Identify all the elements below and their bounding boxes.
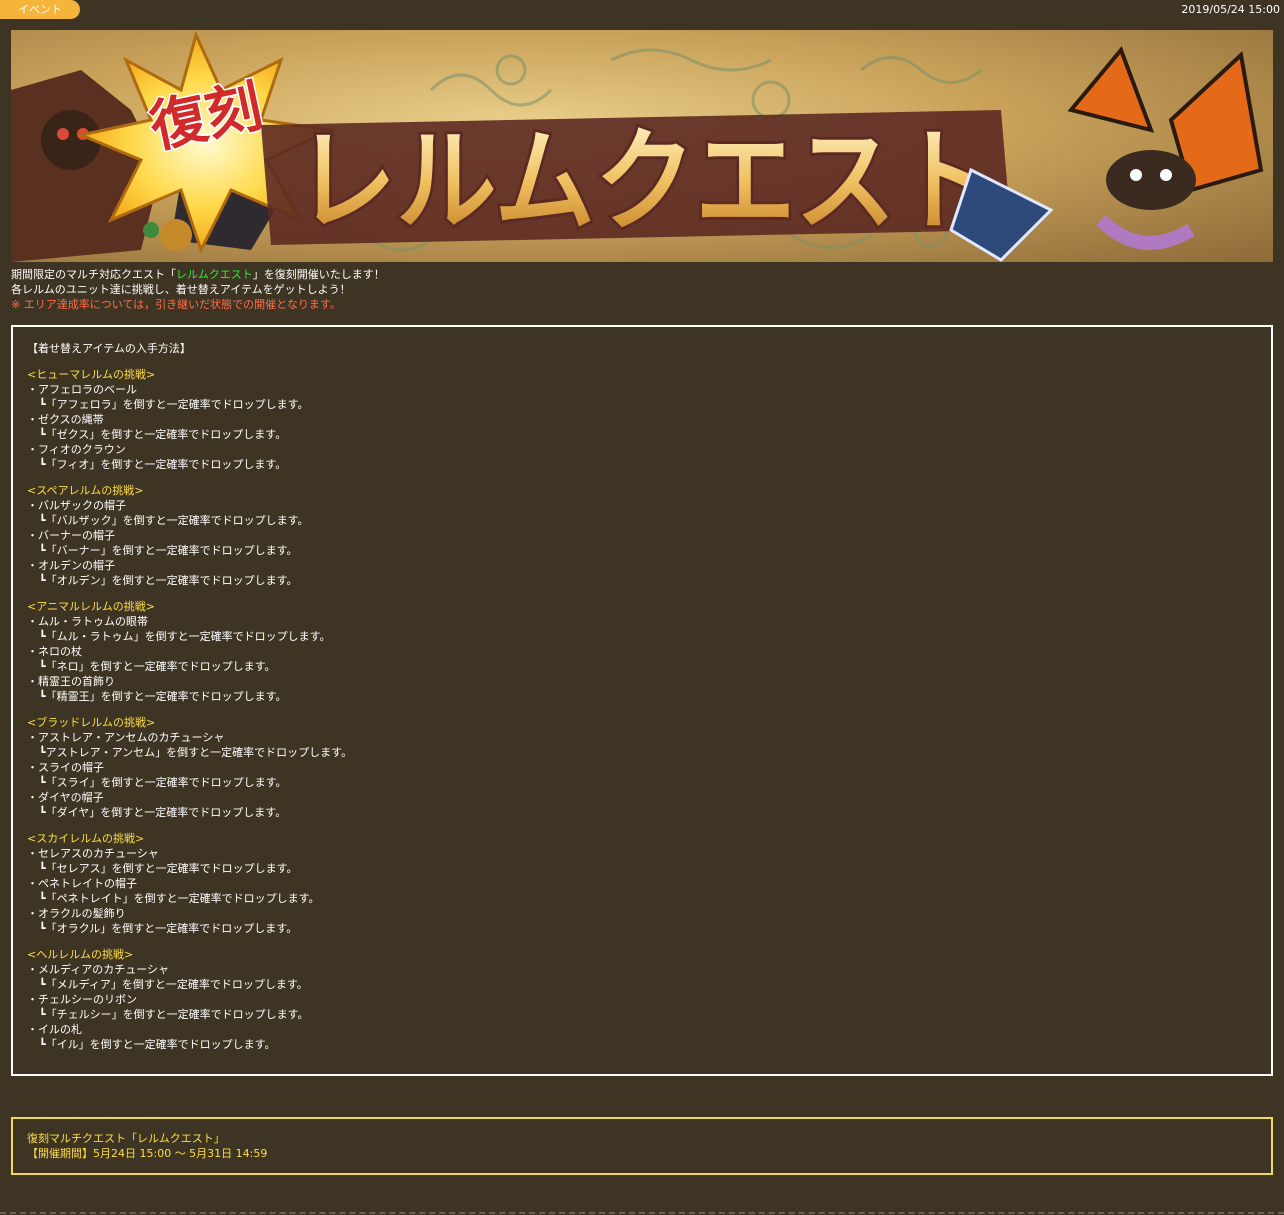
realm-section-title: <アニマルレルムの挑戦> [27,600,155,613]
realm-section-title: <ヘルレルムの挑戦> [27,948,134,961]
item-name: ・ダイヤの帽子 [27,791,104,804]
item-name: ・アフェロラのベール [27,383,137,396]
item-drop-info: ┗「オルデン」を倒すと一定確率でドロップします。 [39,574,298,587]
item-name: ・イルの札 [27,1023,82,1036]
item-name: ・オルデンの帽子 [27,559,115,572]
item-name: ・ゼクスの縄帯 [27,413,104,426]
quest-name-highlight: レルムクエスト [176,268,253,281]
intro-line-1-post: 」を復刻開催いたします！ [252,268,385,281]
footer-divider [0,1212,1284,1214]
item-name: ・精霊王の首飾り [27,675,115,688]
item-name: ・スライの帽子 [27,761,104,774]
item-drop-info: ┗「ネロ」を倒すと一定確率でドロップします。 [39,660,276,673]
item-name: ・チェルシーのリボン [27,993,137,1006]
post-date: 2019/05/24 15:00 [1181,3,1280,16]
item-drop-info: ┗「スライ」を倒すと一定確率でドロップします。 [39,776,287,789]
intro-line-1: 期間限定のマルチ対応クエスト「レルムクエスト」を復刻開催いたします！ [11,267,1273,282]
item-drop-info: ┗「ムル・ラトゥム」を倒すと一定確率でドロップします。 [39,630,331,643]
item-drop-info: ┗「ゼクス」を倒すと一定確率でドロップします。 [39,428,287,441]
realm-section: <ブラッドレルムの挑戦> ・アストレア・アンセムのカチューシャ ┗アストレア・アンセ… [27,715,1257,820]
event-banner: 復刻 レルムクエスト [11,30,1273,262]
item-name: ・ペネトレイトの帽子 [27,877,137,890]
item-name: ・アストレア・アンセムのカチューシャ [27,731,225,744]
item-drop-info: ┗「チェルシー」を倒すと一定確率でドロップします。 [39,1008,309,1021]
realm-section-title: <スペアレルムの挑戦> [27,484,144,497]
intro-line-2: 各レルムのユニット達に挑戦し、着せ替えアイテムをゲットしよう！ [11,283,351,296]
realm-sections: <ヒューマレルムの挑戦> ・アフェロラのベール ┗「アフェロラ」を倒すと一定確率でド… [27,367,1257,1052]
realm-section: <ヒューマレルムの挑戦> ・アフェロラのベール ┗「アフェロラ」を倒すと一定確率でド… [27,367,1257,472]
item-drop-info: ┗「ペネトレイト」を倒すと一定確率でドロップします。 [39,892,320,905]
item-drop-info: ┗「バーナー」を倒すと一定確率でドロップします。 [39,544,298,557]
item-drop-info: ┗「フィオ」を倒すと一定確率でドロップします。 [39,458,287,471]
realm-section: <ヘルレルムの挑戦> ・メルディアのカチューシャ ┗「メルディア」を倒すと一定確率で… [27,947,1257,1052]
item-drop-info: ┗「ダイヤ」を倒すと一定確率でドロップします。 [39,806,287,819]
dress-up-items-box: 【着せ替えアイテムの入手方法】 <ヒューマレルムの挑戦> ・アフェロラのベール ┗「… [11,325,1273,1076]
items-box-heading: 【着せ替えアイテムの入手方法】 [27,342,191,355]
period-title: 復刻マルチクエスト「レルムクエスト」 [27,1132,225,1145]
event-period-box: 復刻マルチクエスト「レルムクエスト」 【開催期間】5月24日 15:00 ～ 5… [11,1117,1273,1175]
intro-text: 期間限定のマルチ対応クエスト「レルムクエスト」を復刻開催いたします！ 各レルムの… [11,267,1273,312]
item-name: ・セレアスのカチューシャ [27,847,159,860]
item-drop-info: ┗「バルザック」を倒すと一定確率でドロップします。 [39,514,309,527]
item-drop-info: ┗「精霊王」を倒すと一定確率でドロップします。 [39,690,287,703]
item-drop-info: ┗「オラクル」を倒すと一定確率でドロップします。 [39,922,298,935]
item-drop-info: ┗「セレアス」を倒すと一定確率でドロップします。 [39,862,298,875]
item-name: ・ムル・ラトゥムの眼帯 [27,615,148,628]
intro-note: ※ エリア達成率については，引き継いだ状態での開催となります。 [11,298,341,311]
realm-section-title: <ブラッドレルムの挑戦> [27,716,156,729]
realm-section: <スカイレルムの挑戦> ・セレアスのカチューシャ ┗「セレアス」を倒すと一定確率でド… [27,831,1257,936]
item-name: ・バーナーの帽子 [27,529,115,542]
intro-line-1-pre: 期間限定のマルチ対応クエスト「 [11,268,176,281]
item-drop-info: ┗「アフェロラ」を倒すと一定確率でドロップします。 [39,398,309,411]
realm-section: <スペアレルムの挑戦> ・バルザックの帽子 ┗「バルザック」を倒すと一定確率でドロッ… [27,483,1257,588]
item-name: ・フィオのクラウン [27,443,126,456]
item-name: ・バルザックの帽子 [27,499,126,512]
category-tag[interactable]: イベント [0,0,80,19]
item-name: ・オラクルの髪飾り [27,907,126,920]
item-drop-info: ┗アストレア・アンセム」を倒すと一定確率でドロップします。 [39,746,353,759]
realm-section-title: <スカイレルムの挑戦> [27,832,145,845]
item-name: ・メルディアのカチューシャ [27,963,170,976]
banner-artwork: 復刻 レルムクエスト [11,30,1264,262]
banner-title-text: レルムクエスト [296,117,996,247]
realm-section: <アニマルレルムの挑戦> ・ムル・ラトゥムの眼帯 ┗「ムル・ラトゥム」を倒すと一定確… [27,599,1257,704]
item-drop-info: ┗「メルディア」を倒すと一定確率でドロップします。 [39,978,308,991]
item-drop-info: ┗「イル」を倒すと一定確率でドロップします。 [39,1038,276,1051]
realm-section-title: <ヒューマレルムの挑戦> [27,368,156,381]
item-name: ・ネロの杖 [27,645,82,658]
period-dates: 【開催期間】5月24日 15:00 ～ 5月31日 14:59 [27,1147,268,1160]
